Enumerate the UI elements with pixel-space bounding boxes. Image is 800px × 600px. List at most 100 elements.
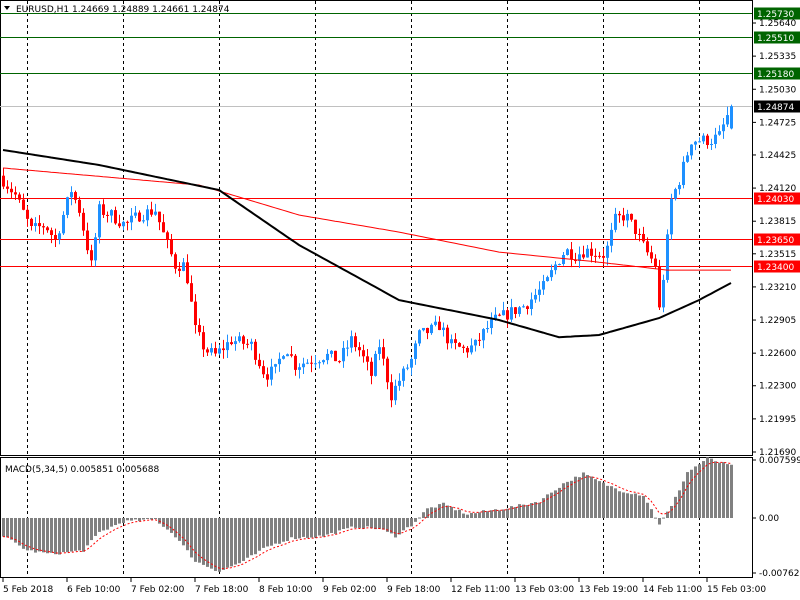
bullish-candle [558, 264, 561, 266]
bullish-candle [218, 348, 221, 354]
bearish-candle [590, 248, 593, 256]
macd-histogram-bar [222, 518, 225, 570]
bullish-candle [686, 155, 689, 162]
bullish-candle [66, 197, 69, 215]
macd-histogram-bar [278, 518, 281, 544]
bearish-candle [382, 347, 385, 359]
macd-tick-label: 0.007599 [759, 456, 800, 466]
macd-histogram-bar [30, 518, 33, 551]
time-axis-label: 7 Feb 18:00 [195, 585, 249, 595]
bearish-candle [222, 348, 225, 351]
bearish-candle [114, 210, 117, 224]
macd-histogram-bar [322, 518, 325, 537]
price-tick-label: 1.23815 [759, 217, 796, 227]
bullish-candle [94, 237, 97, 261]
macd-histogram-bar [242, 518, 245, 561]
macd-histogram-bar [442, 502, 445, 518]
macd-histogram-bar [526, 505, 529, 518]
price-tick-label: 1.25335 [759, 52, 796, 62]
macd-histogram-bar [498, 510, 501, 518]
macd-histogram-bar [650, 509, 653, 518]
bullish-candle [62, 214, 65, 234]
bearish-candle [262, 366, 265, 375]
macd-histogram-bar [306, 518, 309, 538]
macd-histogram-bar [74, 518, 77, 551]
macd-histogram-bar [298, 518, 301, 539]
macd-histogram-bar [258, 518, 261, 551]
macd-histogram-bar [178, 518, 181, 541]
bullish-candle [714, 134, 717, 144]
bearish-candle [290, 354, 293, 356]
bearish-candle [458, 342, 461, 347]
macd-histogram-bar [378, 518, 381, 529]
macd-histogram-bar [142, 518, 145, 520]
macd-histogram-bar [698, 464, 701, 518]
time-axis-label: 8 Feb 10:00 [259, 585, 313, 595]
macd-histogram-bar [466, 514, 469, 518]
bullish-candle [666, 234, 669, 280]
price-tick-label: 1.22600 [759, 349, 796, 359]
bearish-candle [126, 221, 129, 223]
macd-histogram-bar [554, 490, 557, 518]
macd-histogram-bar [594, 479, 597, 518]
bullish-candle [726, 115, 729, 125]
bearish-candle [390, 382, 393, 401]
bullish-candle [142, 220, 145, 222]
price-chart[interactable]: 1.256401.253351.250301.247251.244251.241… [0, 0, 800, 600]
bearish-candle [86, 230, 89, 251]
level-price-label: 1.24030 [757, 195, 794, 205]
macd-histogram-bar [226, 518, 229, 568]
macd-histogram-bar [110, 518, 113, 527]
macd-histogram-bar [138, 518, 141, 522]
bullish-candle [662, 279, 665, 308]
bearish-candle [26, 209, 29, 219]
macd-histogram-bar [194, 518, 197, 562]
bullish-candle [326, 353, 329, 361]
macd-histogram-bar [546, 494, 549, 518]
macd-histogram-bar [254, 518, 257, 555]
macd-histogram-bar [210, 518, 213, 569]
bearish-candle [118, 223, 121, 227]
macd-histogram-bar [370, 518, 373, 529]
macd-histogram-bar [410, 518, 413, 527]
macd-histogram-bar [706, 457, 709, 518]
bearish-candle [454, 339, 457, 343]
macd-histogram-bar [394, 518, 397, 538]
macd-histogram-bar [338, 518, 341, 531]
bearish-candle [242, 336, 245, 344]
macd-histogram-bar [702, 461, 705, 518]
bearish-candle [618, 213, 621, 216]
price-tick-label: 1.24725 [759, 118, 796, 128]
price-tick-label: 1.23515 [759, 250, 796, 260]
bullish-candle [414, 343, 417, 359]
bearish-candle [642, 233, 645, 242]
bullish-candle [234, 341, 237, 345]
macd-histogram-bar [42, 518, 45, 553]
bearish-candle [370, 361, 373, 376]
bearish-candle [570, 249, 573, 260]
bullish-candle [322, 360, 325, 363]
macd-histogram-bar [642, 495, 645, 518]
macd-histogram-bar [486, 511, 489, 518]
bullish-candle [502, 310, 505, 316]
macd-histogram-bar [502, 509, 505, 518]
macd-histogram-bar [682, 481, 685, 518]
bearish-candle [50, 230, 53, 236]
bullish-candle [402, 368, 405, 381]
bullish-candle [522, 306, 525, 308]
bearish-candle [254, 341, 257, 360]
bullish-candle [730, 106, 733, 129]
macd-histogram-bar [690, 469, 693, 518]
bullish-candle [674, 189, 677, 199]
macd-histogram-bar [710, 458, 713, 518]
bullish-candle [678, 185, 681, 190]
bullish-candle [342, 347, 345, 362]
bullish-candle [554, 264, 557, 271]
macd-histogram-bar [270, 518, 273, 546]
bullish-candle [410, 358, 413, 368]
macd-histogram-bar [458, 509, 461, 518]
bullish-candle [270, 366, 273, 380]
bearish-candle [526, 306, 529, 309]
macd-histogram-bar [646, 502, 649, 518]
bullish-candle [586, 248, 589, 258]
